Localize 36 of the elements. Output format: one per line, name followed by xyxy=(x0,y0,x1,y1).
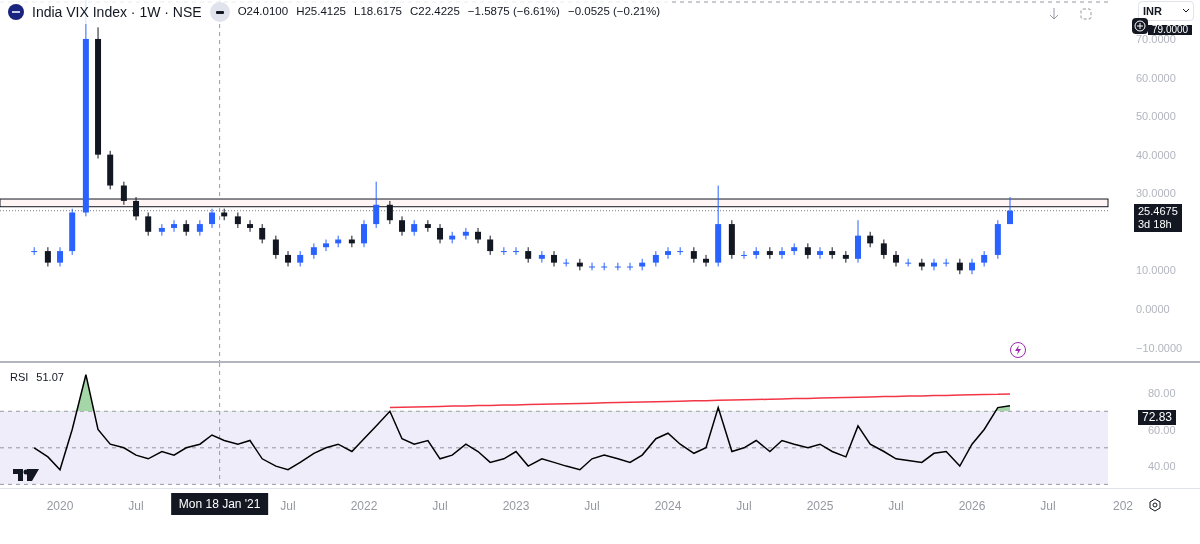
price-axis-label: 70.0000 xyxy=(1136,32,1176,45)
price-axis-label: 10.0000 xyxy=(1136,264,1176,277)
time-axis-label: 2020 xyxy=(46,498,74,515)
time-axis-label: Jul xyxy=(888,498,904,515)
time-axis-label: Jul xyxy=(1040,498,1056,515)
price-axis-label: 50.0000 xyxy=(1136,110,1176,123)
crosshair-date-label: Mon 18 Jan '21 xyxy=(170,493,269,515)
time-axis-label: 2023 xyxy=(502,498,530,515)
rsi-axis-label: 40.00 xyxy=(1148,460,1176,473)
time-axis-label: 2025 xyxy=(806,498,834,515)
ref-line-label: 25.4675 xyxy=(1138,204,1178,218)
ohlc-value: O24.0100 xyxy=(237,4,289,20)
time-axis-label: Jul xyxy=(280,498,296,515)
price-axis-label: 30.0000 xyxy=(1136,187,1176,200)
time-axis-label: 2026 xyxy=(958,498,986,515)
crosshair-price-label: 79.0000 xyxy=(1148,25,1193,35)
ohlc-value: C22.4225 xyxy=(410,4,460,20)
price-axis-label: −10.0000 xyxy=(1136,341,1183,354)
ohlc-value: L18.6175 xyxy=(354,4,402,20)
ohlc-value: −0.0525 (−0.21%) xyxy=(567,4,660,20)
rsi-axis-label: 80.00 xyxy=(1148,386,1176,399)
last-price-label: 25.4675 3d 18h xyxy=(1134,203,1182,232)
rsi-value-label: 72.83 xyxy=(1138,410,1177,426)
time-axis-label: Jul xyxy=(432,498,448,515)
ohlc-value: −1.5875 (−6.61%) xyxy=(467,4,560,20)
rsi-axis-label: 60.00 xyxy=(1148,423,1176,436)
time-axis-label: Jul xyxy=(736,498,752,515)
time-axis-label: Jul xyxy=(584,498,600,515)
ohlc-value: H25.4125 xyxy=(296,4,346,20)
price-axis-label: 60.0000 xyxy=(1136,71,1176,84)
time-axis-label: 2024 xyxy=(654,498,682,515)
price-axis-label: 40.0000 xyxy=(1136,148,1176,161)
time-axis-label: 202 xyxy=(1113,498,1134,515)
time-axis-label: 2022 xyxy=(350,498,378,515)
price-axis-label: 0.0000 xyxy=(1136,302,1170,315)
time-axis-label: Jul xyxy=(128,498,144,515)
